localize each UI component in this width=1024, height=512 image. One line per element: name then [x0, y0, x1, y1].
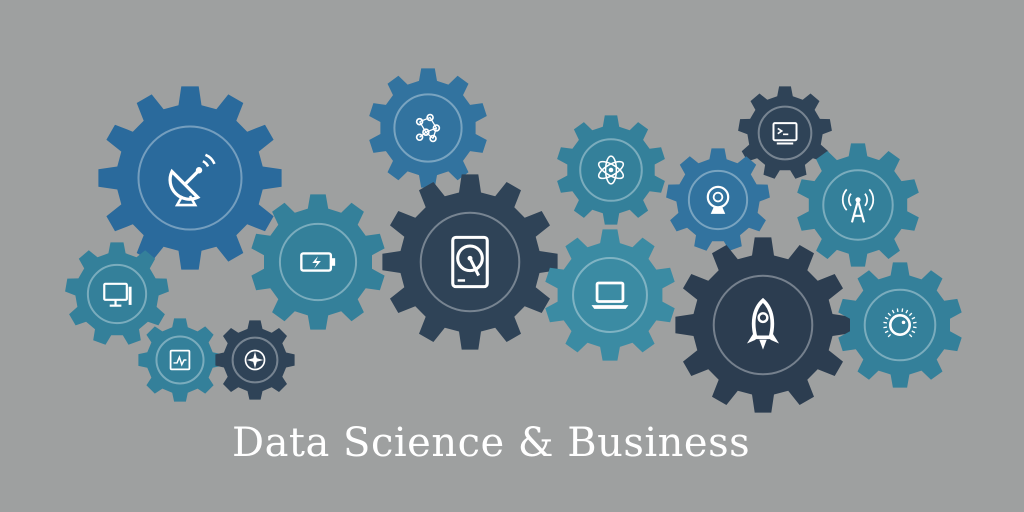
gear: [215, 320, 295, 400]
gear: [838, 262, 962, 388]
banner-caption: Data Science & Business: [232, 420, 751, 466]
gear-cluster-illustration: [65, 68, 962, 413]
gear: [675, 237, 851, 413]
gear: [797, 143, 919, 267]
compass-icon: [244, 349, 266, 371]
gear: [666, 148, 770, 251]
gear: [545, 229, 675, 361]
gear: [557, 115, 665, 225]
gear: [369, 68, 487, 188]
gear: [382, 174, 558, 350]
gear: [138, 318, 222, 402]
banner: Data Science & Business: [0, 0, 1024, 512]
